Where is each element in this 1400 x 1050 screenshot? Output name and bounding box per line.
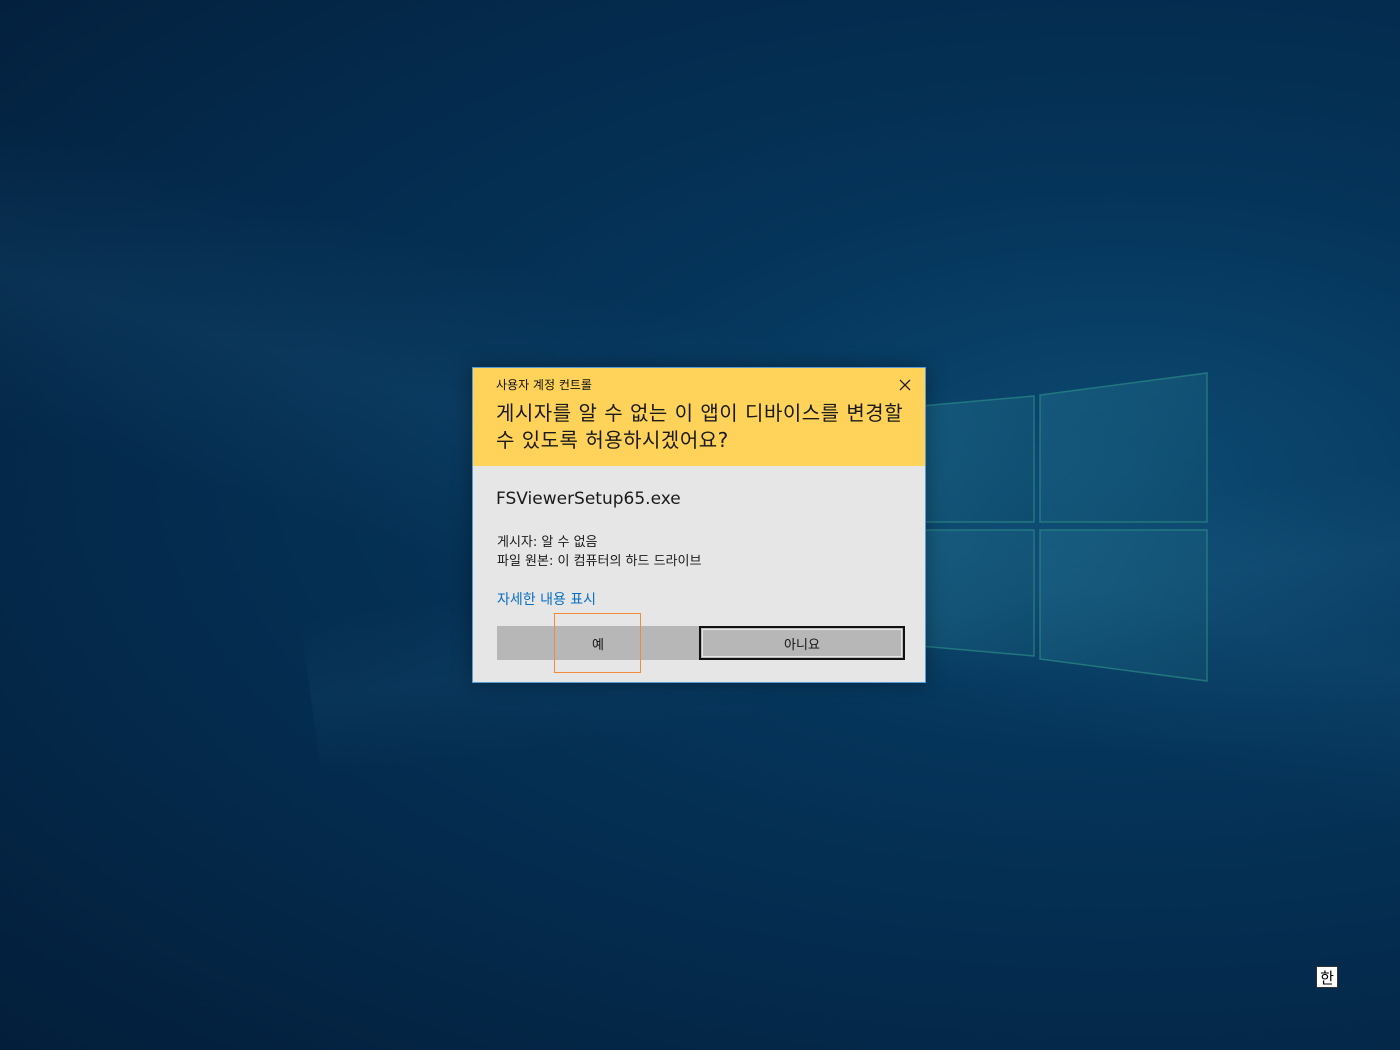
file-origin-info: 파일 원본: 이 컴퓨터의 하드 드라이브 <box>497 554 702 569</box>
dialog-caption: 사용자 계정 컨트롤 <box>496 378 592 392</box>
dialog-question: 게시자를 알 수 없는 이 앱이 디바이스를 변경할 수 있도록 허용하시겠어요… <box>496 401 904 452</box>
dialog-header: 사용자 계정 컨트롤 게시자를 알 수 없는 이 앱이 디바이스를 변경할 수 … <box>473 368 925 466</box>
close-button[interactable] <box>891 374 919 396</box>
yes-button[interactable]: 예 <box>497 626 699 660</box>
close-icon <box>899 379 911 391</box>
publisher-info: 게시자: 알 수 없음 <box>497 535 598 550</box>
windows-logo <box>920 372 1208 682</box>
no-button[interactable]: 아니요 <box>699 626 905 660</box>
no-button-label: 아니요 <box>784 637 820 653</box>
uac-dialog: 사용자 계정 컨트롤 게시자를 알 수 없는 이 앱이 디바이스를 변경할 수 … <box>472 367 926 683</box>
app-name: FSViewerSetup65.exe <box>496 489 681 509</box>
ime-mode-indicator[interactable]: 한 <box>1316 966 1338 988</box>
yes-button-label: 예 <box>592 637 604 653</box>
show-details-link[interactable]: 자세한 내용 표시 <box>497 589 596 609</box>
